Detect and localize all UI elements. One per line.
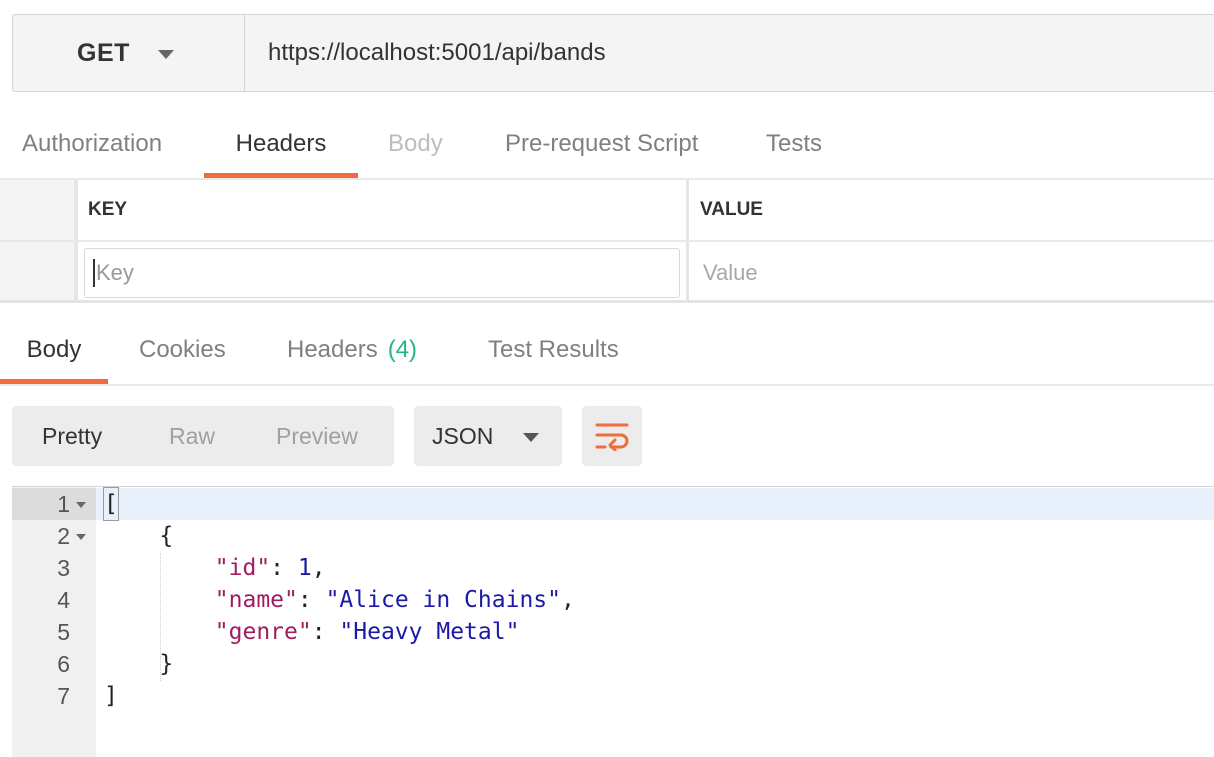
chevron-down-icon	[523, 432, 540, 442]
code-text: {	[104, 523, 174, 549]
code-line: 5 "genre": "Heavy Metal"	[12, 616, 1214, 648]
code-text: "id": 1,	[214, 555, 326, 581]
code-text: "name": "Alice in Chains",	[214, 587, 575, 613]
line-number: 1	[57, 491, 70, 517]
tab-test-results[interactable]: Test Results	[488, 316, 619, 386]
line-number: 6	[57, 651, 70, 677]
checkbox-column	[0, 180, 74, 240]
code-text: "genre": "Heavy Metal"	[214, 619, 520, 645]
key-column-header: KEY	[88, 199, 128, 220]
tab-response-body[interactable]: Body	[0, 316, 108, 386]
method-label: GET	[77, 38, 130, 67]
checkbox-column[interactable]	[0, 242, 74, 300]
divider	[0, 384, 1214, 386]
line-number: 5	[57, 619, 70, 645]
request-tabs: Authorization Headers Body Pre-request S…	[0, 110, 1214, 180]
request-bar: GET https://localhost:5001/api/bands	[12, 14, 1214, 92]
wrap-lines-button[interactable]	[582, 406, 642, 466]
tab-label: Body	[26, 336, 82, 363]
tab-label: Body	[388, 130, 443, 157]
column-separator	[74, 242, 78, 300]
count-badge: (4)	[387, 336, 418, 363]
tab-label: Tests	[766, 130, 823, 157]
code-line: 7 ]	[12, 680, 1214, 712]
tab-label: Headers	[287, 336, 378, 363]
code-line: 1 [	[12, 487, 1214, 521]
pretty-button[interactable]: Pretty	[42, 406, 102, 466]
value-column-header: VALUE	[700, 199, 763, 220]
code-text: [	[103, 487, 119, 521]
line-number: 4	[57, 587, 70, 613]
fold-arrow-icon[interactable]	[76, 534, 86, 540]
code-line: 3 "id": 1,	[12, 552, 1214, 584]
tab-headers[interactable]: Headers	[204, 110, 358, 180]
code-text: ]	[104, 683, 118, 709]
line-number: 2	[57, 523, 70, 549]
fold-arrow-icon[interactable]	[76, 502, 86, 508]
key-placeholder: Key	[96, 260, 134, 285]
tab-tests[interactable]: Tests	[766, 110, 822, 180]
tab-label: Pre-request Script	[505, 130, 699, 157]
url-input[interactable]: https://localhost:5001/api/bands	[245, 15, 1214, 91]
preview-button[interactable]: Preview	[276, 406, 358, 466]
response-tabs: Body Cookies Headers (4) Test Results	[0, 316, 1214, 386]
headers-table: KEY VALUE Key Value	[0, 180, 1214, 300]
view-mode-toggle: Pretty Raw Preview	[12, 406, 394, 466]
column-separator	[686, 242, 689, 300]
wrap-lines-icon	[595, 423, 629, 451]
tab-pre-request-script[interactable]: Pre-request Script	[505, 110, 698, 180]
table-header-row: KEY VALUE	[0, 180, 1214, 242]
tab-label: Cookies	[139, 336, 226, 363]
tab-response-headers[interactable]: Headers (4)	[287, 316, 417, 386]
format-select[interactable]: JSON	[414, 406, 562, 466]
method-select[interactable]: GET	[13, 15, 245, 91]
code-line: 4 "name": "Alice in Chains",	[12, 584, 1214, 616]
line-number: 7	[57, 683, 70, 709]
text-cursor	[93, 259, 95, 287]
tab-authorization[interactable]: Authorization	[22, 110, 162, 180]
divider	[0, 300, 1214, 303]
tab-label: Authorization	[22, 130, 163, 157]
response-toolbar: Pretty Raw Preview JSON	[12, 406, 652, 466]
format-label: JSON	[432, 422, 494, 449]
code-text: }	[104, 651, 174, 677]
response-body-editor[interactable]: 1 [ 2 { 3 "id": 1, 4 "name": "Alice in C…	[12, 486, 1214, 757]
tab-body[interactable]: Body	[388, 110, 443, 180]
tab-label: Test Results	[488, 336, 619, 363]
raw-button[interactable]: Raw	[169, 406, 215, 466]
line-number: 3	[57, 555, 70, 581]
chevron-down-icon	[157, 49, 174, 59]
tab-cookies[interactable]: Cookies	[139, 316, 226, 386]
code-line: 6 }	[12, 648, 1214, 680]
key-input[interactable]: Key	[84, 248, 680, 298]
code-line: 2 {	[12, 520, 1214, 552]
tab-label: Headers	[235, 130, 327, 157]
value-input[interactable]: Value	[703, 260, 758, 286]
